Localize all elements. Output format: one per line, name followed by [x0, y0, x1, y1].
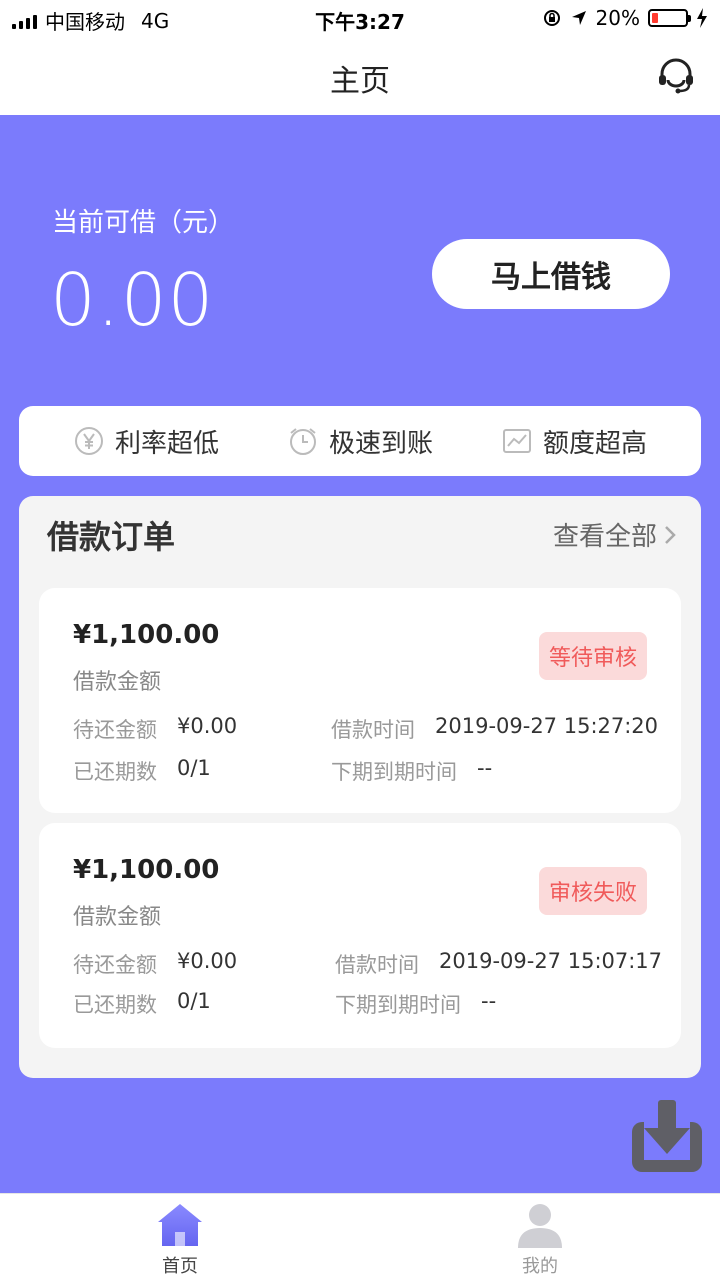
home-icon — [158, 1204, 202, 1246]
battery-percent: 20% — [595, 6, 640, 30]
charging-icon — [697, 8, 707, 28]
status-badge: 等待审核 — [538, 632, 647, 680]
due-value: ¥0.00 — [177, 714, 238, 738]
clock-icon — [289, 428, 316, 455]
tab-mine[interactable]: 我的 — [360, 1194, 720, 1280]
yen-coin-icon — [74, 427, 103, 455]
due-value: ¥0.00 — [177, 949, 238, 973]
available-label: 当前可借（元） — [52, 208, 235, 238]
order-card[interactable]: ¥1,100.00 借款金额 等待审核 待还金额 ¥0.00 借款时间 2019… — [39, 588, 681, 813]
chevron-right-icon — [665, 525, 676, 544]
next-due-row: 下期到期时间 -- — [335, 989, 496, 1019]
time-label: 借款时间 — [335, 953, 419, 977]
next-due-row: 下期到期时间 -- — [331, 756, 492, 786]
periods-row: 已还期数 0/1 — [73, 756, 211, 786]
feature-label: 利率超低 — [114, 428, 219, 459]
next-due-label: 下期到期时间 — [331, 760, 457, 784]
feature-fast: 极速到账 — [287, 423, 433, 460]
tab-home[interactable]: 首页 — [0, 1194, 360, 1280]
time-row: 借款时间 2019-09-27 15:07:17 — [335, 949, 662, 979]
order-amount-label: 借款金额 — [73, 905, 162, 930]
order-amount: ¥1,100.00 — [73, 855, 220, 885]
tab-bar: 首页 我的 — [0, 1193, 720, 1280]
page-title: 主页 — [330, 64, 390, 99]
battery-icon — [648, 9, 691, 27]
feature-label: 极速到账 — [328, 428, 433, 459]
chart-icon — [502, 429, 531, 453]
feature-high-limit: 额度超高 — [501, 423, 647, 460]
order-amount-label: 借款金额 — [73, 670, 162, 695]
tab-label: 我的 — [522, 1256, 558, 1277]
time-label: 借款时间 — [331, 718, 415, 742]
user-icon — [518, 1204, 562, 1248]
next-due-value: -- — [481, 989, 497, 1013]
time-value: 2019-09-27 15:07:17 — [439, 949, 663, 973]
orientation-lock-icon — [543, 10, 560, 26]
due-label: 待还金额 — [73, 718, 157, 742]
headset-icon[interactable] — [656, 56, 696, 96]
next-due-label: 下期到期时间 — [335, 993, 461, 1017]
due-label: 待还金额 — [73, 953, 157, 977]
status-bar: 中国移动 4G 下午3:27 20% — [0, 0, 720, 36]
due-row: 待还金额 ¥0.00 — [73, 949, 237, 979]
borrow-now-button[interactable]: 马上借钱 — [432, 239, 670, 309]
periods-label: 已还期数 — [73, 760, 157, 784]
feature-low-rate: 利率超低 — [73, 423, 219, 460]
view-all-button[interactable]: 查看全部 — [553, 516, 677, 553]
feature-label: 额度超高 — [542, 428, 647, 459]
tab-label: 首页 — [162, 1256, 198, 1277]
periods-value: 0/1 — [177, 756, 211, 780]
download-icon[interactable] — [628, 1098, 706, 1176]
status-badge: 审核失败 — [538, 867, 647, 915]
location-icon — [571, 11, 586, 25]
feature-strip: 利率超低 极速到账 额度超高 — [19, 406, 701, 476]
order-card[interactable]: ¥1,100.00 借款金额 审核失败 待还金额 ¥0.00 借款时间 2019… — [39, 823, 681, 1048]
time-value: 2019-09-27 15:27:20 — [435, 714, 659, 738]
available-amount: 0.00 — [50, 258, 215, 342]
next-due-value: -- — [477, 756, 493, 780]
periods-row: 已还期数 0/1 — [73, 989, 211, 1019]
periods-label: 已还期数 — [73, 993, 157, 1017]
periods-value: 0/1 — [177, 989, 211, 1013]
status-right: 20% — [542, 6, 708, 30]
order-amount: ¥1,100.00 — [73, 620, 220, 650]
nav-bar: 主页 — [0, 36, 720, 115]
due-row: 待还金额 ¥0.00 — [73, 714, 237, 744]
orders-title: 借款订单 — [47, 518, 176, 556]
view-all-label: 查看全部 — [552, 522, 657, 552]
home-screen: 中国移动 4G 下午3:27 20% 主页 当前可借（元） 0.00 马上借钱 — [0, 0, 720, 1280]
loan-orders-panel: 借款订单 查看全部 ¥1,100.00 借款金额 等待审核 待还金额 ¥0.00… — [19, 496, 701, 1078]
time-row: 借款时间 2019-09-27 15:27:20 — [331, 714, 658, 744]
